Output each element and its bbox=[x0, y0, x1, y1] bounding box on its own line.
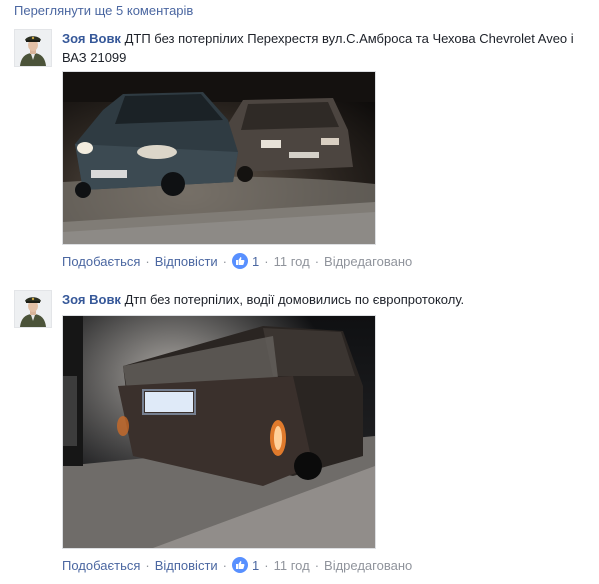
reaction-count[interactable]: 1 bbox=[232, 253, 259, 269]
thumbs-up-icon bbox=[232, 557, 249, 573]
separator-dot: · bbox=[222, 557, 228, 573]
edited-label[interactable]: Відредаговано bbox=[324, 558, 412, 573]
comment-photo[interactable] bbox=[62, 315, 376, 549]
reaction-count-value: 1 bbox=[252, 253, 260, 269]
avatar[interactable] bbox=[14, 29, 52, 67]
comment-actions: Подобається · Відповісти · 1 · 11 год · … bbox=[62, 557, 585, 573]
comment-text-block: Зоя Вовк Дтп без потерпілих, водії домов… bbox=[62, 290, 585, 309]
comment-timestamp[interactable]: 11 год bbox=[274, 254, 310, 269]
separator-dot: · bbox=[145, 557, 150, 573]
like-button[interactable]: Подобається bbox=[62, 254, 140, 269]
comment-photo[interactable] bbox=[62, 71, 376, 245]
view-more-comments-link[interactable]: Переглянути ще 5 коментарів bbox=[14, 3, 193, 18]
separator-dot: · bbox=[145, 253, 150, 269]
parked-car-photo bbox=[63, 316, 375, 548]
car-accident-photo bbox=[63, 72, 375, 244]
comment-text-block: Зоя Вовк ДТП без потерпілих Перехрестя в… bbox=[62, 29, 585, 67]
edited-label[interactable]: Відредаговано bbox=[324, 254, 412, 269]
reaction-count-value: 1 bbox=[252, 557, 260, 573]
like-button[interactable]: Подобається bbox=[62, 558, 140, 573]
comment-text: ДТП без потерпілих Перехрестя вул.С.Амбр… bbox=[62, 31, 574, 65]
comment-author[interactable]: Зоя Вовк bbox=[62, 292, 121, 307]
police-officer-avatar-icon bbox=[15, 291, 51, 327]
comment-text: Дтп без потерпілих, водії домовились по … bbox=[124, 292, 465, 307]
police-officer-avatar-icon bbox=[15, 30, 51, 66]
avatar[interactable] bbox=[14, 290, 52, 328]
separator-dot: · bbox=[314, 253, 320, 269]
reply-button[interactable]: Відповісти bbox=[155, 558, 218, 573]
separator-dot: · bbox=[314, 557, 320, 573]
separator-dot: · bbox=[222, 253, 228, 269]
reaction-count[interactable]: 1 bbox=[232, 557, 259, 573]
separator-dot: · bbox=[264, 557, 269, 573]
comment-actions: Подобається · Відповісти · 1 · 11 год · … bbox=[62, 253, 585, 269]
reply-button[interactable]: Відповісти bbox=[155, 254, 218, 269]
comment-author[interactable]: Зоя Вовк bbox=[62, 31, 121, 46]
comment-timestamp[interactable]: 11 год bbox=[274, 558, 310, 573]
thumbs-up-icon bbox=[232, 253, 249, 269]
separator-dot: · bbox=[264, 253, 269, 269]
